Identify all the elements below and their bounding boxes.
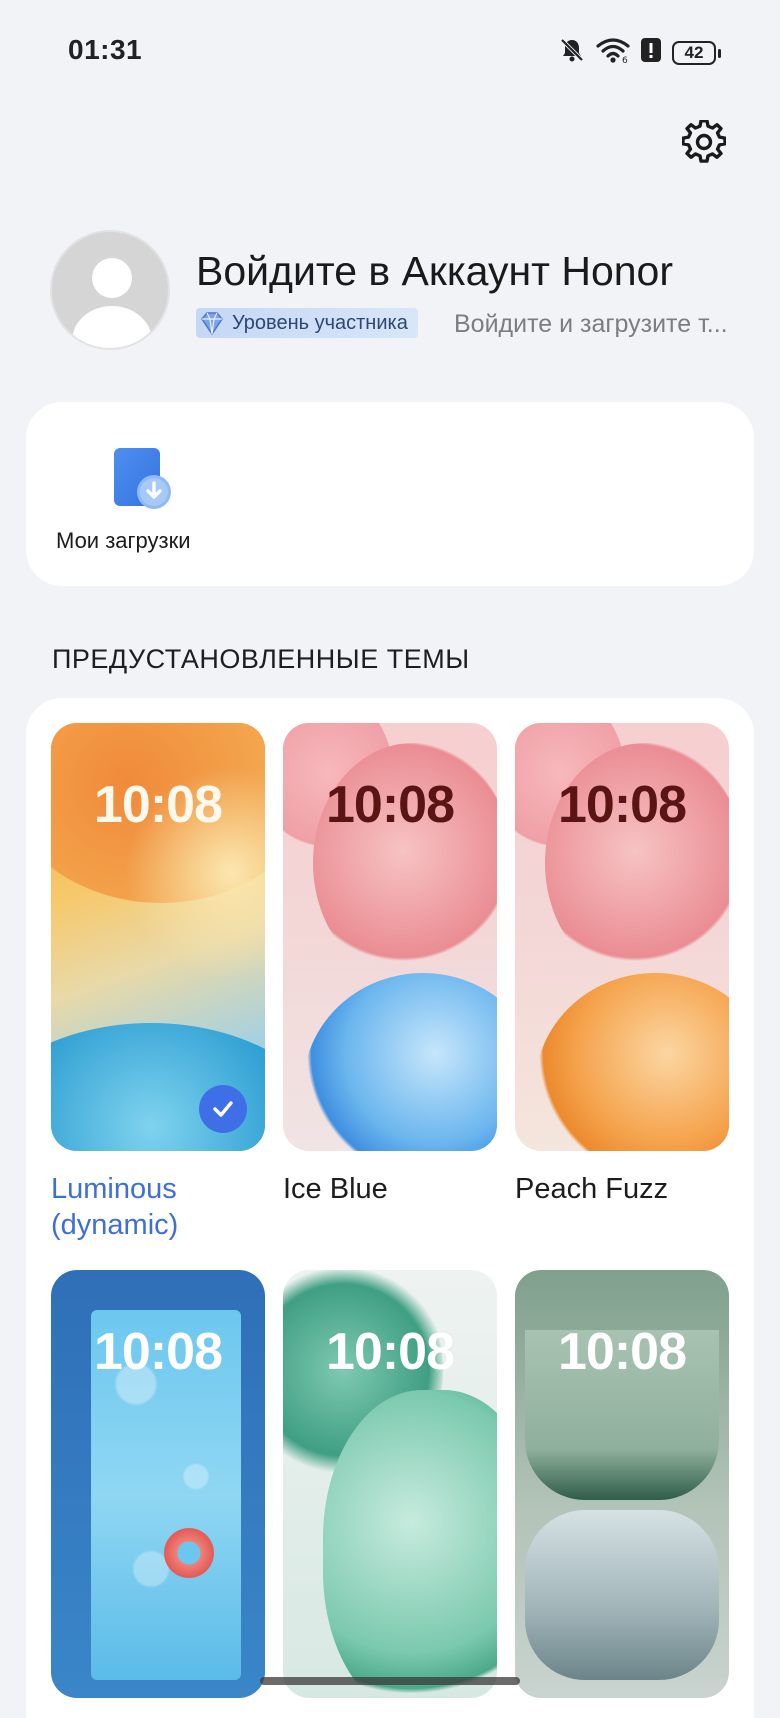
- battery-icon: 42: [672, 40, 721, 65]
- status-bar: 01:31 6 42: [0, 0, 780, 100]
- theme-preview-time: 10:08: [558, 776, 687, 834]
- status-time: 01:31: [68, 34, 143, 65]
- login-hint: Войдите и загрузите т...: [454, 310, 728, 338]
- avatar[interactable]: [50, 230, 170, 350]
- theme-pool[interactable]: 10:08: [51, 1270, 265, 1718]
- preset-themes-heading: ПРЕДУСТАНОВЛЕННЫЕ ТЕМЫ: [52, 644, 470, 674]
- theme-name: Luminous (dynamic): [51, 1173, 179, 1241]
- theme-thumbnail[interactable]: 10:08: [515, 1270, 729, 1698]
- theme-thumbnail[interactable]: 10:08: [51, 1270, 265, 1698]
- theme-green-glass[interactable]: 10:08: [283, 1270, 497, 1718]
- theme-thumbnail[interactable]: 10:08: [515, 723, 729, 1151]
- theme-thumbnail[interactable]: 10:08: [51, 723, 265, 1151]
- home-indicator[interactable]: [260, 1677, 520, 1685]
- shortcuts-card: Мои загрузки: [26, 402, 754, 586]
- my-downloads-button[interactable]: Мои загрузки: [56, 442, 212, 562]
- alert-icon: [640, 36, 662, 69]
- diamond-icon: [201, 312, 223, 336]
- themes-card: 10:08 Luminous (dynamic) 10:08 Ice Blue …: [26, 698, 754, 1718]
- theme-peach-fuzz[interactable]: 10:08 Peach Fuzz: [515, 723, 729, 1207]
- theme-name: Ice Blue: [283, 1173, 388, 1205]
- gear-icon: [681, 118, 727, 169]
- member-level-badge[interactable]: Уровень участника: [196, 308, 418, 338]
- theme-preview-time: 10:08: [326, 1323, 455, 1381]
- member-level-label: Уровень участника: [232, 312, 408, 334]
- my-downloads-label: Мои загрузки: [56, 528, 191, 553]
- battery-level: 42: [684, 42, 704, 62]
- theme-preview-time: 10:08: [326, 776, 455, 834]
- theme-thumbnail[interactable]: 10:08: [283, 723, 497, 1151]
- theme-luminous[interactable]: 10:08 Luminous (dynamic): [51, 723, 265, 1243]
- selected-check-icon: [199, 1085, 247, 1133]
- svg-text:6: 6: [622, 56, 628, 64]
- downloads-icon: [114, 448, 171, 509]
- mute-icon: [558, 36, 586, 69]
- account-section[interactable]: Войдите в Аккаунт Honor Уровень участник…: [50, 230, 750, 350]
- wifi-icon: 6: [596, 36, 630, 69]
- theme-preview-time: 10:08: [558, 1323, 687, 1381]
- theme-preview-time: 10:08: [94, 776, 223, 834]
- theme-preview-time: 10:08: [94, 1323, 223, 1381]
- settings-button[interactable]: [680, 118, 728, 169]
- theme-ice-blue[interactable]: 10:08 Ice Blue: [283, 723, 497, 1207]
- status-icons: 6 42: [558, 36, 721, 69]
- theme-thumbnail[interactable]: 10:08: [283, 1270, 497, 1698]
- theme-sage[interactable]: 10:08: [515, 1270, 729, 1718]
- theme-name: Peach Fuzz: [515, 1173, 669, 1205]
- account-title[interactable]: Войдите в Аккаунт Honor: [196, 248, 673, 295]
